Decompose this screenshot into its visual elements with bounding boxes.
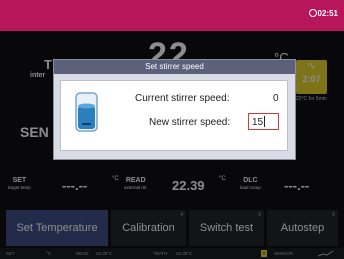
text-caret: [264, 116, 266, 127]
top-bar: 02:51: [0, 0, 344, 31]
stirrer-speed-dialog: Set stirrer speed Current stirrer speed:…: [53, 59, 296, 160]
beaker-icon: [75, 92, 98, 132]
screen: 02:51 22 °C T inter SEN ∿ 2:07 22°C for …: [0, 0, 344, 259]
clock-text: 02:51: [317, 9, 338, 18]
dialog-body: Current stirrer speed: 0 New stirrer spe…: [60, 80, 288, 151]
current-speed-value: 0: [273, 93, 279, 104]
clock: 02:51: [308, 9, 338, 18]
new-speed-label: New stirrer speed:: [149, 117, 231, 128]
dialog-title: Set stirrer speed: [54, 60, 295, 74]
new-speed-value: 15: [252, 117, 264, 128]
clock-icon: [308, 9, 317, 17]
new-speed-input[interactable]: 15: [248, 113, 279, 130]
current-speed-label: Current stirrer speed:: [135, 93, 230, 104]
